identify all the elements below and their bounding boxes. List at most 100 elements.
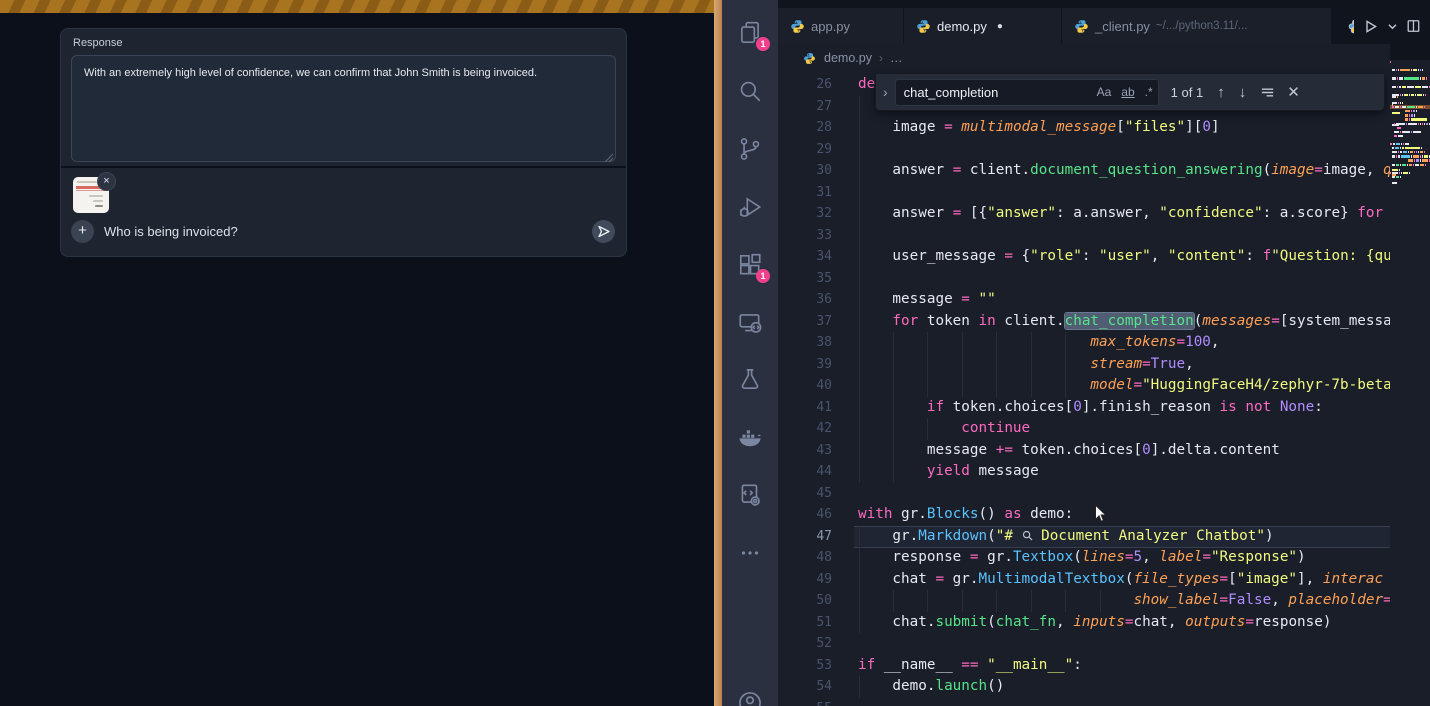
search-icon[interactable] xyxy=(737,78,763,104)
code-line[interactable]: 44yield message xyxy=(778,461,1390,483)
run-debug-icon[interactable] xyxy=(737,194,763,220)
code-line[interactable]: 38max_tokens=100, xyxy=(778,332,1390,354)
code-line[interactable]: 46with gr.Blocks() as demo: xyxy=(778,504,1390,526)
response-label: Response xyxy=(73,37,123,49)
code-line[interactable]: 48response = gr.Textbox(lines=5, label="… xyxy=(778,547,1390,569)
line-number: 53 xyxy=(778,655,832,677)
code-line[interactable]: 37for token in client.chat_completion(me… xyxy=(778,311,1390,333)
explorer-badge: 1 xyxy=(756,37,770,51)
find-close-button[interactable]: ✕ xyxy=(1287,83,1300,101)
toggle-replace-chevron-icon[interactable]: › xyxy=(876,84,895,100)
tab-app-py[interactable]: app.py xyxy=(778,8,904,44)
run-button[interactable] xyxy=(1364,18,1378,35)
code-line[interactable]: 53if __name__ == "__main__": xyxy=(778,655,1390,677)
line-number: 48 xyxy=(778,547,832,569)
code-line[interactable]: 40model="HuggingFaceH4/zephyr-7b-beta xyxy=(778,375,1390,397)
code-line[interactable]: 29 xyxy=(778,139,1390,161)
code-line[interactable]: 35 xyxy=(778,268,1390,290)
minimap[interactable] xyxy=(1390,60,1430,706)
line-number: 36 xyxy=(778,289,832,311)
line-number: 51 xyxy=(778,612,832,634)
tab-client-py[interactable]: _client.py ~/.../python3.11/... xyxy=(1062,8,1332,44)
code-line[interactable]: 54demo.launch() xyxy=(778,676,1390,698)
line-number: 34 xyxy=(778,246,832,268)
find-input[interactable] xyxy=(896,85,1092,100)
line-number: 49 xyxy=(778,569,832,591)
docker-icon[interactable] xyxy=(737,424,763,450)
code-line[interactable]: 55 xyxy=(778,698,1390,706)
code-line[interactable]: 42continue xyxy=(778,418,1390,440)
find-in-selection-button[interactable] xyxy=(1260,85,1275,100)
tab-demo-py[interactable]: demo.py ● xyxy=(904,8,1062,44)
editor-tab-bar: app.py demo.py ● _client.py ~/.../python… xyxy=(778,0,1430,44)
line-number: 30 xyxy=(778,160,832,182)
line-number: 40 xyxy=(778,375,832,397)
regex-toggle[interactable]: .* xyxy=(1145,85,1153,99)
code-editor[interactable]: 26de2728image = multimodal_message["file… xyxy=(778,72,1390,706)
line-number: 29 xyxy=(778,139,832,161)
code-line[interactable]: 30answer = client.document_question_answ… xyxy=(778,160,1390,182)
extensions-icon[interactable]: 1 xyxy=(737,252,763,278)
run-python-icon[interactable] xyxy=(1348,19,1354,34)
code-line[interactable]: 41if token.choices[0].finish_reason is n… xyxy=(778,397,1390,419)
task-file-gear-icon[interactable] xyxy=(737,482,763,508)
code-line[interactable]: 51chat.submit(chat_fn, inputs=chat, outp… xyxy=(778,612,1390,634)
code-line[interactable]: 28image = multimodal_message["files"][0] xyxy=(778,117,1390,139)
python-icon xyxy=(802,52,817,65)
screen-share-warning-bar xyxy=(0,0,715,13)
run-dropdown-chevron-icon[interactable] xyxy=(1388,21,1397,32)
find-widget: › Aa ab .* 1 of 1 ↑ ↓ ✕ xyxy=(875,74,1385,111)
find-results-count: 1 of 1 xyxy=(1171,85,1204,100)
split-editor-button[interactable] xyxy=(1407,18,1420,34)
modified-dot: ● xyxy=(997,21,1003,32)
remote-explorer-icon[interactable] xyxy=(737,310,763,336)
line-number: 43 xyxy=(778,440,832,462)
add-file-button[interactable]: + xyxy=(71,220,94,243)
line-number: 35 xyxy=(778,268,832,290)
breadcrumb-file[interactable]: demo.py xyxy=(824,51,872,65)
code-line[interactable]: 45 xyxy=(778,483,1390,505)
send-button[interactable] xyxy=(592,220,615,243)
line-number: 32 xyxy=(778,203,832,225)
line-number: 38 xyxy=(778,332,832,354)
gradio-app-panel: Response With an extremely high level of… xyxy=(0,0,715,706)
python-icon xyxy=(1074,19,1089,34)
code-line[interactable]: 49chat = gr.MultimodalTextbox(file_types… xyxy=(778,569,1390,591)
line-number: 46 xyxy=(778,504,832,526)
block-divider xyxy=(61,166,626,168)
code-line[interactable]: 33 xyxy=(778,225,1390,247)
account-icon[interactable] xyxy=(737,690,763,706)
code-line[interactable]: 43message += token.choices[0].delta.cont… xyxy=(778,440,1390,462)
line-number: 37 xyxy=(778,311,832,333)
whole-word-toggle[interactable]: ab xyxy=(1121,85,1134,99)
more-actions-icon[interactable] xyxy=(737,540,763,566)
resize-handle-icon[interactable] xyxy=(604,153,614,163)
testing-beaker-icon[interactable] xyxy=(737,366,763,392)
breadcrumb-more[interactable]: … xyxy=(890,51,903,65)
response-textarea[interactable]: With an extremely high level of confiden… xyxy=(71,55,616,162)
match-case-toggle[interactable]: Aa xyxy=(1097,85,1112,99)
line-number: 26 xyxy=(778,74,832,96)
code-line[interactable]: 34user_message = {"role": "user", "conte… xyxy=(778,246,1390,268)
activity-bar: 1 1 xyxy=(722,0,778,706)
code-line[interactable]: 52 xyxy=(778,633,1390,655)
next-match-button[interactable]: ↓ xyxy=(1239,84,1247,101)
code-line[interactable]: 50show_label=False, placeholder= xyxy=(778,590,1390,612)
remove-attachment-button[interactable]: × xyxy=(97,172,116,191)
chat-message-input[interactable]: Who is being invoiced? xyxy=(104,224,238,239)
send-icon xyxy=(598,225,610,238)
search-match: chat_completion xyxy=(1065,313,1194,329)
source-control-icon[interactable] xyxy=(737,136,763,162)
breadcrumb-separator: › xyxy=(879,51,883,65)
line-number: 27 xyxy=(778,96,832,118)
line-number: 31 xyxy=(778,182,832,204)
code-line[interactable]: 32answer = [{"answer": a.answer, "confid… xyxy=(778,203,1390,225)
code-line[interactable]: 31 xyxy=(778,182,1390,204)
code-line[interactable]: 39stream=True, xyxy=(778,354,1390,376)
tab-file-path: ~/.../python3.11/... xyxy=(1156,20,1248,32)
line-number: 33 xyxy=(778,225,832,247)
code-line[interactable]: 36message = "" xyxy=(778,289,1390,311)
explorer-icon[interactable]: 1 xyxy=(737,20,763,46)
previous-match-button[interactable]: ↑ xyxy=(1217,84,1225,101)
code-line[interactable]: 47gr.Markdown("# Document Analyzer Chatb… xyxy=(778,526,1390,548)
